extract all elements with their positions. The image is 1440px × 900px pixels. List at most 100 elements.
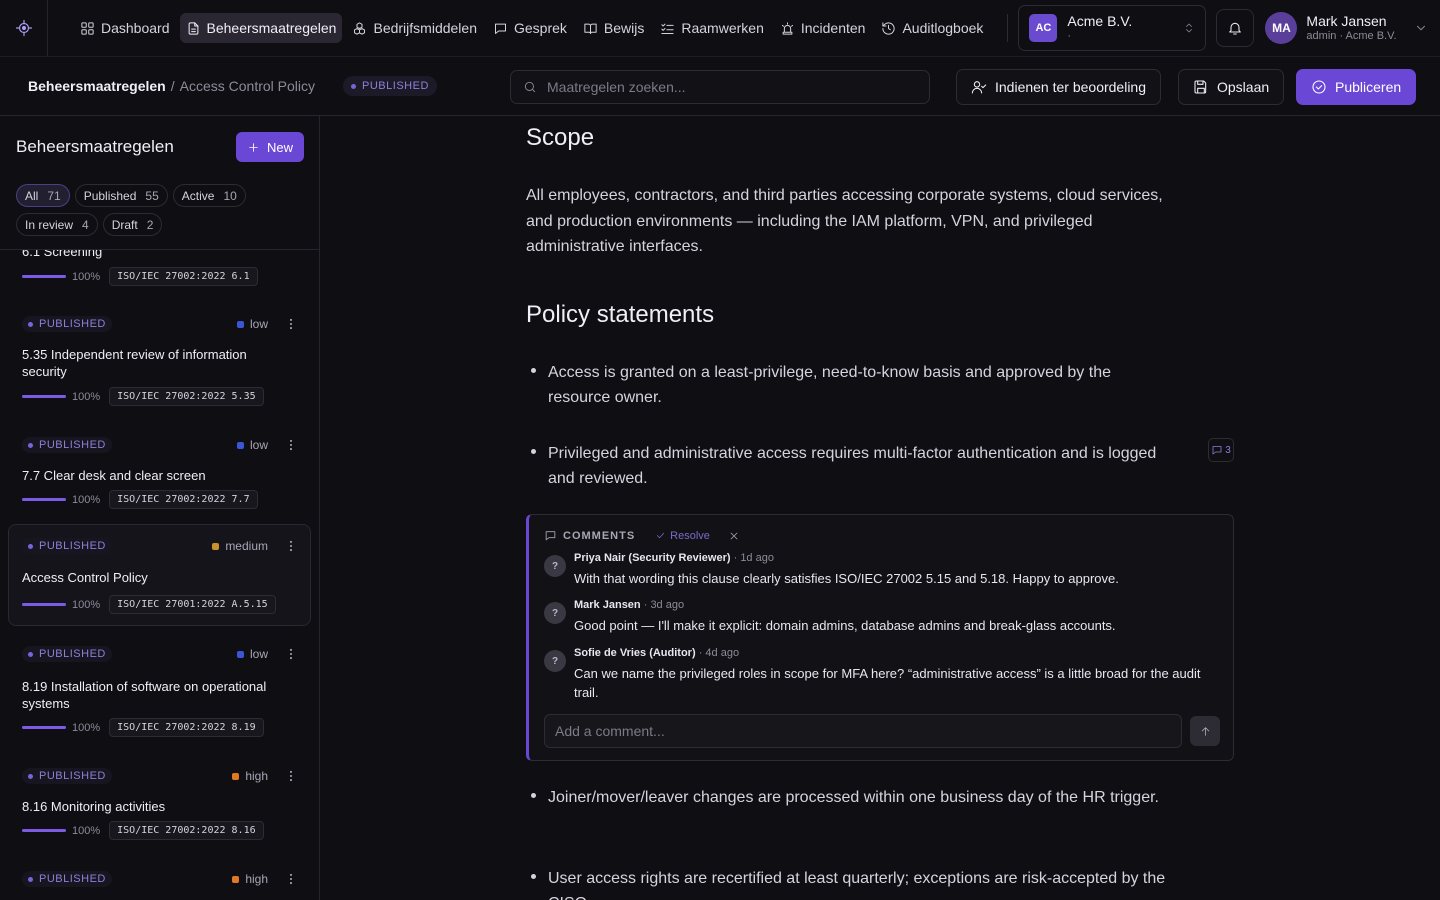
- status-label: PUBLISHED: [39, 770, 106, 782]
- list-item-header: PUBLISHED low: [22, 316, 298, 332]
- more-options-icon[interactable]: [284, 539, 298, 553]
- org-switcher[interactable]: AC Acme B.V. ·: [1018, 5, 1207, 51]
- list-item[interactable]: 6.1 Screening 100% ISO/IEC 27002:2022 6.…: [8, 250, 311, 288]
- progress-fill: [22, 498, 66, 501]
- comment-meta: Priya Nair (Security Reviewer) · 1d ago: [574, 552, 774, 564]
- filter-chip-active[interactable]: Active 10: [172, 184, 246, 207]
- list-item[interactable]: PUBLISHED low 7.7 Clear desk and clear s…: [8, 423, 311, 517]
- nav-tab-gesprek[interactable]: Gesprek: [487, 13, 573, 43]
- nav-tab-beheersmaatregelen[interactable]: Beheersmaatregelen: [179, 13, 343, 43]
- policy-statement[interactable]: User access rights are recertified at le…: [526, 866, 1196, 900]
- progress-label: 100%: [72, 493, 101, 506]
- bell-icon: [1227, 20, 1243, 36]
- comment-text: With that wording this clause clearly sa…: [574, 571, 1119, 586]
- filter-chip-draft[interactable]: Draft 2: [102, 213, 163, 236]
- close-icon[interactable]: [728, 530, 740, 542]
- more-options-icon[interactable]: [284, 769, 298, 783]
- filter-chip-count: 2: [146, 217, 154, 232]
- comment-count: 3: [1225, 444, 1231, 456]
- filter-chip-count: 55: [145, 188, 159, 203]
- severity-label: high: [245, 769, 268, 783]
- list-item-header: PUBLISHED low: [22, 646, 298, 662]
- nav-tab-label: Incidenten: [800, 20, 866, 36]
- top-nav: Dashboard Beheersmaatregelen Bedrijfsmid…: [0, 0, 1440, 56]
- more-options-icon[interactable]: [284, 647, 298, 661]
- progress-fill: [22, 395, 66, 398]
- severity-indicator: low: [236, 317, 268, 331]
- list-item-title: 8.16 Monitoring activities: [22, 799, 166, 814]
- list-item-meta: 100% ISO/IEC 27002:2022 7.7: [22, 490, 258, 509]
- nav-tab-bewijs[interactable]: Bewijs: [577, 13, 650, 43]
- breadcrumb-root[interactable]: Beheersmaatregelen: [28, 78, 166, 94]
- status-dot: [28, 543, 33, 549]
- more-options-icon[interactable]: [284, 438, 298, 452]
- policy-statement[interactable]: Privileged and administrative access req…: [526, 441, 1176, 491]
- severity-swatch: [232, 772, 240, 780]
- document-icon: [186, 21, 201, 36]
- dashboard-icon: [80, 21, 95, 36]
- progress-fill: [22, 829, 66, 832]
- submit-for-review-button[interactable]: Indienen ter beoordeling: [956, 69, 1162, 105]
- resolve-label: Resolve: [670, 529, 710, 542]
- severity-label: medium: [225, 539, 268, 553]
- search-input[interactable]: [547, 79, 917, 95]
- save-button[interactable]: Opslaan: [1178, 69, 1285, 105]
- list-item-header: PUBLISHED high: [22, 871, 298, 887]
- nav-tab-incidenten[interactable]: Incidenten: [774, 13, 872, 43]
- send-comment-button[interactable]: [1190, 716, 1220, 746]
- history-icon: [881, 21, 896, 36]
- nav-tab-dashboard[interactable]: Dashboard: [74, 13, 176, 43]
- filter-chip-published[interactable]: Published 55: [74, 184, 168, 207]
- more-options-icon[interactable]: [284, 317, 298, 331]
- sidebar-title: Beheersmaatregelen: [16, 137, 174, 156]
- filter-chips: All 71 Published 55 Active 10 In review 4 Dr…: [16, 184, 306, 236]
- comment-icon: [1211, 444, 1223, 456]
- nav-tab-label: Bedrijfsmiddelen: [373, 20, 477, 36]
- comment-count-button[interactable]: 3: [1208, 438, 1234, 462]
- publish-button[interactable]: Publiceren: [1296, 69, 1417, 105]
- severity-swatch: [236, 320, 244, 328]
- list-item-header: PUBLISHED low: [22, 437, 298, 453]
- nav-tabs: Dashboard Beheersmaatregelen Bedrijfsmid…: [74, 13, 989, 43]
- nav-tab-auditlogboek[interactable]: Auditlogboek: [875, 13, 989, 43]
- nav-tab-label: Gesprek: [513, 20, 567, 36]
- policy-statement[interactable]: Access is granted on a least-privilege, …: [526, 360, 1176, 410]
- app-logo-icon[interactable]: [0, 0, 48, 56]
- chevron-down-icon: [1414, 21, 1428, 35]
- filter-chip-in-review[interactable]: In review 4: [16, 213, 98, 236]
- progress-label: 100%: [72, 598, 101, 611]
- comment-author: Sofie de Vries (Auditor): [574, 647, 696, 659]
- progress-bar: [22, 726, 66, 729]
- policy-statement[interactable]: Joiner/mover/leaver changes are processe…: [526, 785, 1176, 810]
- progress-bar: [22, 275, 66, 278]
- comment-author: Mark Jansen: [574, 599, 641, 611]
- progress-bar: [22, 395, 66, 398]
- scope-text[interactable]: All employees, contractors, and third pa…: [526, 183, 1166, 260]
- list-item[interactable]: PUBLISHED low 8.19 Installation of softw…: [8, 632, 311, 744]
- breadcrumb-separator: /: [170, 78, 175, 94]
- nav-tab-bedrijfsmiddelen[interactable]: Bedrijfsmiddelen: [346, 13, 483, 43]
- list-item[interactable]: PUBLISHED high: [8, 857, 311, 900]
- list-item[interactable]: PUBLISHED high 8.16 Monitoring activitie…: [8, 754, 311, 848]
- progress-label: 100%: [72, 270, 101, 283]
- list-item-meta: 100% ISO/IEC 27002:2022 8.19: [22, 718, 264, 737]
- progress-bar: [22, 829, 66, 832]
- more-options-icon[interactable]: [284, 872, 298, 886]
- status-badge: PUBLISHED: [22, 646, 112, 662]
- comment-input[interactable]: [555, 723, 1171, 739]
- list-item-selected[interactable]: PUBLISHED medium Access Control Policy 1…: [8, 524, 311, 626]
- user-menu[interactable]: MA Mark Jansen admin · Acme B.V.: [1265, 12, 1427, 44]
- resolve-button[interactable]: Resolve: [655, 530, 710, 542]
- filter-chip-label: Active: [181, 188, 215, 203]
- framework-tag: ISO/IEC 27002:2022 7.7: [109, 490, 258, 509]
- filter-chip-all[interactable]: All 71: [16, 184, 70, 207]
- comment-avatar: ?: [544, 650, 566, 672]
- status-badge-label: PUBLISHED: [362, 80, 429, 92]
- list-item[interactable]: PUBLISHED low 5.35 Independent review of…: [8, 302, 311, 414]
- nav-tab-raamwerken[interactable]: Raamwerken: [654, 13, 769, 43]
- notifications-button[interactable]: [1216, 9, 1255, 47]
- new-control-button[interactable]: New: [235, 132, 304, 162]
- submit-label: Indienen ter beoordeling: [995, 79, 1147, 95]
- org-sub: ·: [1067, 29, 1072, 42]
- document-editor: Scope All employees, contractors, and th…: [320, 116, 1440, 900]
